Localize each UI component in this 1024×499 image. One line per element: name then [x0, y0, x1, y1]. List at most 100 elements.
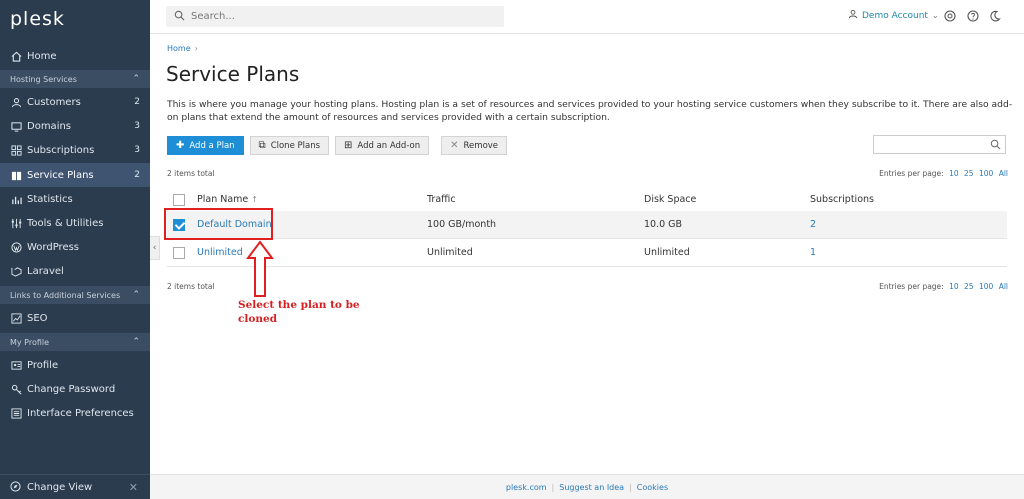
entries-option-100[interactable]: 100	[979, 282, 993, 291]
select-all-checkbox[interactable]	[173, 193, 185, 206]
sidebar-item-statistics[interactable]: Statistics	[0, 187, 150, 211]
section-hosting-services[interactable]: Hosting Services ⌃	[0, 70, 150, 88]
section-label: Links to Additional Services	[10, 290, 121, 300]
entries-per-page-bottom: Entries per page: 10 25 100 All	[879, 282, 1008, 291]
button-label: Add an Add-on	[357, 140, 421, 151]
search-input[interactable]	[191, 11, 491, 22]
compass-icon	[10, 481, 22, 493]
chevron-up-icon: ⌃	[132, 74, 140, 84]
sidebar-item-label: Laravel	[27, 265, 64, 277]
page-title: Service Plans	[166, 62, 300, 86]
clone-plans-button[interactable]: ⧉ Clone Plans	[249, 136, 330, 155]
entries-option-100[interactable]: 100	[979, 169, 993, 178]
sidebar-item-tools-utilities[interactable]: Tools & Utilities	[0, 211, 150, 235]
account-menu[interactable]: Demo Account ⌄	[848, 9, 939, 22]
monitor-icon	[10, 120, 22, 132]
sidebar-item-change-password[interactable]: Change Password	[0, 377, 150, 401]
sidebar-item-domains[interactable]: Domains 3	[0, 114, 150, 138]
annotation-arrow-icon	[246, 240, 274, 297]
sidebar-item-home[interactable]: Home	[0, 44, 150, 68]
column-disk-space[interactable]: Disk Space	[644, 188, 696, 211]
book-icon	[10, 169, 22, 181]
trend-chart-icon	[10, 312, 22, 324]
user-icon	[10, 96, 22, 108]
close-icon: ✕	[450, 140, 459, 151]
entries-label: Entries per page:	[879, 169, 944, 178]
footer-link-cookies[interactable]: Cookies	[637, 483, 668, 492]
add-addon-button[interactable]: ⊞ Add an Add-on	[335, 136, 430, 155]
global-search[interactable]	[166, 6, 504, 27]
remove-button[interactable]: ✕ Remove	[441, 136, 508, 155]
moon-icon[interactable]	[988, 9, 1002, 23]
sidebar-item-label: Statistics	[27, 193, 73, 205]
subscriptions-link[interactable]: 2	[810, 211, 816, 238]
sort-arrow-icon: ↑	[251, 195, 258, 204]
sidebar-item-seo[interactable]: SEO	[0, 306, 150, 330]
top-bar: Demo Account ⌄	[150, 0, 1024, 34]
row-checkbox[interactable]	[173, 246, 185, 259]
chevron-down-icon: ⌄	[931, 11, 939, 20]
plan-name-link[interactable]: Unlimited	[197, 239, 243, 266]
footer-link-plesk[interactable]: plesk.com	[506, 483, 547, 492]
sidebar-item-label: Customers	[27, 96, 81, 108]
table-row[interactable]: Default Domain 100 GB/month 10.0 GB 2	[167, 211, 1007, 239]
entries-label: Entries per page:	[879, 282, 944, 291]
section-label: My Profile	[10, 337, 50, 347]
entries-option-25[interactable]: 25	[964, 282, 974, 291]
section-my-profile[interactable]: My Profile ⌃	[0, 333, 150, 351]
home-icon	[10, 50, 22, 62]
sidebar-item-label: Tools & Utilities	[27, 217, 104, 229]
chevron-up-icon: ⌃	[132, 337, 140, 347]
button-label: Remove	[463, 140, 499, 151]
change-view-label: Change View	[27, 481, 93, 493]
sidebar-item-label: SEO	[27, 312, 48, 324]
sidebar-item-customers[interactable]: Customers 2	[0, 90, 150, 114]
entries-option-10[interactable]: 10	[949, 169, 959, 178]
help-icon[interactable]	[966, 9, 980, 23]
grid-icon	[10, 144, 22, 156]
sliders-icon	[10, 217, 22, 229]
sidebar-item-interface-preferences[interactable]: Interface Preferences	[0, 401, 150, 425]
column-traffic[interactable]: Traffic	[427, 188, 456, 211]
copy-icon: ⧉	[258, 140, 266, 151]
breadcrumb-home[interactable]: Home	[167, 44, 191, 53]
laravel-icon	[10, 265, 22, 277]
sidebar-item-label: WordPress	[27, 241, 80, 253]
footer: plesk.com | Suggest an Idea | Cookies	[150, 474, 1024, 499]
sidebar-item-profile[interactable]: Profile	[0, 353, 150, 377]
section-label: Hosting Services	[10, 74, 77, 84]
sidebar-item-laravel[interactable]: Laravel	[0, 259, 150, 283]
sidebar-item-label: Service Plans	[27, 169, 94, 181]
traffic-value: Unlimited	[427, 247, 473, 258]
main-content: Home › Service Plans This is where you ma…	[150, 34, 1024, 474]
entries-option-all[interactable]: All	[999, 169, 1008, 178]
wordpress-icon	[10, 241, 22, 253]
change-view-button[interactable]: Change View ✕	[0, 474, 150, 499]
entries-per-page: Entries per page: 10 25 100 All	[879, 169, 1008, 178]
plus-icon: ✚	[176, 140, 185, 151]
count-badge: 2	[134, 97, 140, 107]
add-plan-button[interactable]: ✚ Add a Plan	[167, 136, 244, 155]
table-row[interactable]: Unlimited Unlimited Unlimited 1	[167, 239, 1007, 267]
extensions-icon[interactable]	[943, 9, 957, 23]
entries-option-10[interactable]: 10	[949, 282, 959, 291]
traffic-value: 100 GB/month	[427, 219, 497, 230]
plesk-logo[interactable]: plesk	[10, 8, 65, 30]
sidebar-item-wordpress[interactable]: WordPress	[0, 235, 150, 259]
section-links-additional[interactable]: Links to Additional Services ⌃	[0, 286, 150, 304]
footer-link-suggest[interactable]: Suggest an Idea	[559, 483, 624, 492]
close-icon[interactable]: ✕	[129, 481, 138, 494]
disk-space-value: 10.0 GB	[644, 219, 683, 230]
disk-space-value: Unlimited	[644, 247, 690, 258]
entries-option-all[interactable]: All	[999, 282, 1008, 291]
subscriptions-link[interactable]: 1	[810, 239, 816, 266]
count-badge: 3	[134, 145, 140, 155]
sidebar: plesk Home Hosting Services ⌃ Customers …	[0, 0, 150, 499]
list-icon	[10, 407, 22, 419]
items-total-bottom: 2 items total	[167, 282, 215, 291]
list-search-input[interactable]	[873, 135, 1006, 154]
sidebar-item-subscriptions[interactable]: Subscriptions 3	[0, 138, 150, 162]
entries-option-25[interactable]: 25	[964, 169, 974, 178]
column-subscriptions[interactable]: Subscriptions	[810, 188, 874, 211]
sidebar-item-service-plans[interactable]: Service Plans 2	[0, 163, 150, 187]
